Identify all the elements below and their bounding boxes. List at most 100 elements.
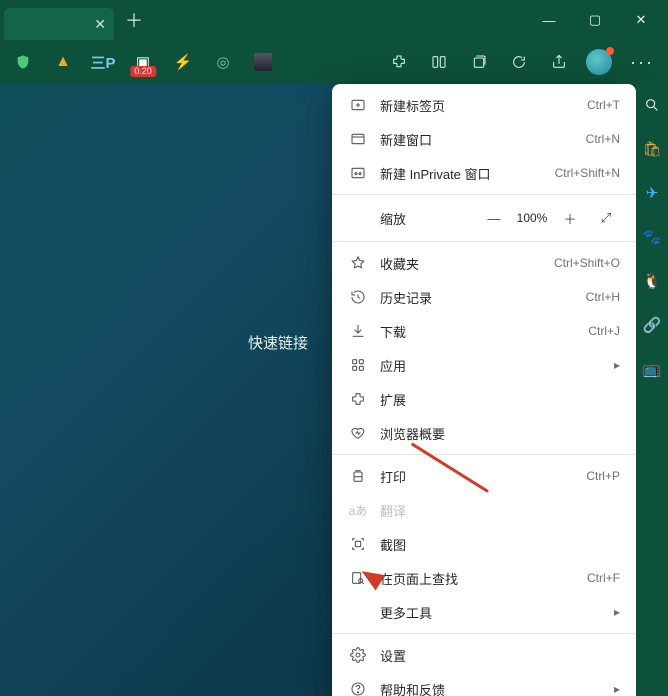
ext-icon-1[interactable]: ▲	[46, 45, 80, 79]
tab-close-icon[interactable]: ✕	[94, 16, 106, 33]
menu-settings[interactable]: 设置	[332, 638, 636, 672]
menu-new-tab[interactable]: 新建标签页 Ctrl+T	[332, 88, 636, 122]
new-tab-button[interactable]: ＋	[120, 6, 148, 34]
menu-item-label: 新建标签页	[380, 96, 587, 115]
sidebar-send-icon[interactable]: ✈	[641, 182, 663, 204]
menu-shortcut: Ctrl+T	[587, 98, 620, 112]
menu-item-label: 更多工具	[380, 603, 614, 622]
split-screen-icon[interactable]	[422, 45, 456, 79]
menu-print[interactable]: 打印 Ctrl+P	[332, 459, 636, 493]
titlebar: ✕ ＋ — ▢ ✕	[0, 0, 668, 40]
sidebar-penguin-icon[interactable]: 🐧	[641, 270, 663, 292]
ext-icon-3[interactable]: ▣0.20	[126, 45, 160, 79]
menu-shortcut: Ctrl+N	[586, 132, 620, 146]
puzzle-icon	[348, 389, 368, 409]
download-icon	[348, 321, 368, 341]
menu-extensions[interactable]: 扩展	[332, 382, 636, 416]
shield-icon[interactable]	[6, 45, 40, 79]
sidebar-link-icon[interactable]: 🔗	[641, 314, 663, 336]
menu-item-label: 翻译	[380, 501, 620, 520]
menu-browser-essentials[interactable]: 浏览器概要	[332, 416, 636, 450]
menu-new-inprivate[interactable]: 新建 InPrivate 窗口 Ctrl+Shift+N	[332, 156, 636, 190]
window-controls: — ▢ ✕	[526, 0, 664, 40]
minimize-button[interactable]: —	[526, 0, 572, 40]
ext-badge: 0.20	[130, 66, 156, 77]
menu-shortcut: Ctrl+P	[586, 469, 620, 483]
menu-item-label: 新建 InPrivate 窗口	[380, 164, 555, 183]
sidebar-shopping-icon[interactable]: 🛍	[641, 138, 663, 160]
new-window-icon	[348, 129, 368, 149]
browser-tab[interactable]: ✕	[4, 8, 114, 40]
menu-item-label: 截图	[380, 535, 620, 554]
menu-shortcut: Ctrl+F	[587, 571, 620, 585]
menu-separator	[332, 194, 636, 195]
find-icon	[348, 568, 368, 588]
zoom-out-button[interactable]: —	[480, 204, 508, 232]
menu-help[interactable]: 帮助和反馈 ▸	[332, 672, 636, 696]
menu-separator	[332, 241, 636, 242]
app-menu: 新建标签页 Ctrl+T 新建窗口 Ctrl+N 新建 InPrivate 窗口…	[332, 84, 636, 696]
close-window-button[interactable]: ✕	[618, 0, 664, 40]
menu-shortcut: Ctrl+Shift+O	[554, 256, 620, 270]
menu-shortcut: Ctrl+H	[586, 290, 620, 304]
menu-item-label: 应用	[380, 356, 614, 375]
menu-downloads[interactable]: 下载 Ctrl+J	[332, 314, 636, 348]
new-tab-icon	[348, 95, 368, 115]
menu-screenshot[interactable]: 截图	[332, 527, 636, 561]
collections-icon[interactable]	[462, 45, 496, 79]
screenshot-icon	[348, 534, 368, 554]
ext-icon-4[interactable]: ⚡	[166, 45, 200, 79]
menu-translate: aあ 翻译	[332, 493, 636, 527]
submenu-arrow-icon: ▸	[614, 605, 620, 619]
translate-icon: aあ	[348, 500, 368, 520]
toolbar: ▲ 三P ▣0.20 ⚡ ◎ ···	[0, 40, 668, 84]
menu-find[interactable]: 在页面上查找 Ctrl+F	[332, 561, 636, 595]
menu-separator	[332, 633, 636, 634]
menu-item-label: 在页面上查找	[380, 569, 587, 588]
print-icon	[348, 466, 368, 486]
submenu-arrow-icon: ▸	[614, 358, 620, 372]
apps-icon	[348, 355, 368, 375]
menu-item-label: 新建窗口	[380, 130, 586, 149]
history-icon	[348, 287, 368, 307]
profile-avatar[interactable]	[582, 45, 616, 79]
menu-item-label: 历史记录	[380, 288, 586, 307]
menu-item-label: 收藏夹	[380, 254, 554, 273]
inprivate-icon	[348, 163, 368, 183]
menu-zoom-row: 缩放 — 100% ＋ ⤢	[332, 199, 636, 237]
sidebar-tv-icon[interactable]: 📺	[641, 358, 663, 380]
fullscreen-button[interactable]: ⤢	[592, 204, 620, 232]
maximize-button[interactable]: ▢	[572, 0, 618, 40]
quick-links-label: 快速链接	[248, 332, 308, 353]
menu-history[interactable]: 历史记录 Ctrl+H	[332, 280, 636, 314]
help-icon	[348, 679, 368, 696]
menu-item-label: 打印	[380, 467, 586, 486]
refresh-forward-icon[interactable]	[502, 45, 536, 79]
menu-item-label: 浏览器概要	[380, 424, 620, 443]
star-icon	[348, 253, 368, 273]
ext-icon-6[interactable]	[246, 45, 280, 79]
more-menu-button[interactable]: ···	[622, 52, 662, 73]
menu-separator	[332, 454, 636, 455]
extensions-icon[interactable]	[382, 45, 416, 79]
submenu-arrow-icon: ▸	[614, 682, 620, 696]
menu-item-label: 扩展	[380, 390, 620, 409]
menu-favorites[interactable]: 收藏夹 Ctrl+Shift+O	[332, 246, 636, 280]
menu-item-label: 帮助和反馈	[380, 680, 614, 696]
sidebar-paw-icon[interactable]: 🐾	[641, 226, 663, 248]
ext-icon-5[interactable]: ◎	[206, 45, 240, 79]
blank-icon	[348, 602, 368, 622]
heartbeat-icon	[348, 423, 368, 443]
menu-new-window[interactable]: 新建窗口 Ctrl+N	[332, 122, 636, 156]
zoom-in-button[interactable]: ＋	[556, 204, 584, 232]
menu-item-label: 下载	[380, 322, 588, 341]
menu-apps[interactable]: 应用 ▸	[332, 348, 636, 382]
share-icon[interactable]	[542, 45, 576, 79]
menu-item-label: 设置	[380, 646, 620, 665]
menu-item-label: 缩放	[348, 209, 480, 228]
edge-sidebar: 🛍 ✈ 🐾 🐧 🔗 📺	[636, 84, 668, 696]
ext-icon-2[interactable]: 三P	[86, 45, 120, 79]
gear-icon	[348, 645, 368, 665]
sidebar-search-icon[interactable]	[641, 94, 663, 116]
menu-more-tools[interactable]: 更多工具 ▸	[332, 595, 636, 629]
